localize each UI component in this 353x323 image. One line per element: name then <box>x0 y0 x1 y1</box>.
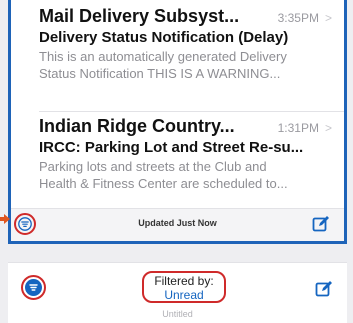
filter-status[interactable]: Filtered by: Unread <box>142 271 226 303</box>
message-row[interactable]: Indian Ridge Country... 1:31PM > IRCC: Pa… <box>39 116 332 192</box>
filtered-toolbar: Filtered by: Unread Untitled <box>8 262 347 323</box>
annotation-arrow-icon <box>0 214 10 224</box>
mail-list-panel: Mail Delivery Subsyst... 3:35PM > Deliver… <box>8 0 347 244</box>
filter-active-icon <box>25 279 42 296</box>
compose-icon[interactable] <box>312 215 330 233</box>
message-time: 1:31PM > <box>277 121 332 135</box>
compose-icon[interactable] <box>315 280 333 298</box>
bottom-toolbar: Updated Just Now <box>11 208 344 241</box>
mailbox-subtitle: Untitled <box>162 309 193 319</box>
message-sender: Mail Delivery Subsyst... <box>39 6 240 26</box>
filter-button-active[interactable] <box>21 275 46 300</box>
chevron-right-icon: > <box>324 11 332 25</box>
message-row[interactable]: Mail Delivery Subsyst... 3:35PM > Deliver… <box>39 6 332 82</box>
chevron-right-icon: > <box>324 121 332 135</box>
message-preview: Parking lots and streets at the Club and… <box>39 159 288 191</box>
filtered-by-label: Filtered by: <box>154 274 214 288</box>
message-subject: Delivery Status Notification (Delay) <box>39 29 289 46</box>
divider <box>39 111 344 112</box>
filter-name-link[interactable]: Unread <box>144 288 224 302</box>
message-subject: IRCC: Parking Lot and Street Re-su... <box>39 139 304 156</box>
message-time: 3:35PM > <box>277 11 332 25</box>
message-preview: This is an automatically generated Deliv… <box>39 49 287 81</box>
update-status: Updated Just Now <box>138 218 217 228</box>
message-sender: Indian Ridge Country... <box>39 116 235 136</box>
